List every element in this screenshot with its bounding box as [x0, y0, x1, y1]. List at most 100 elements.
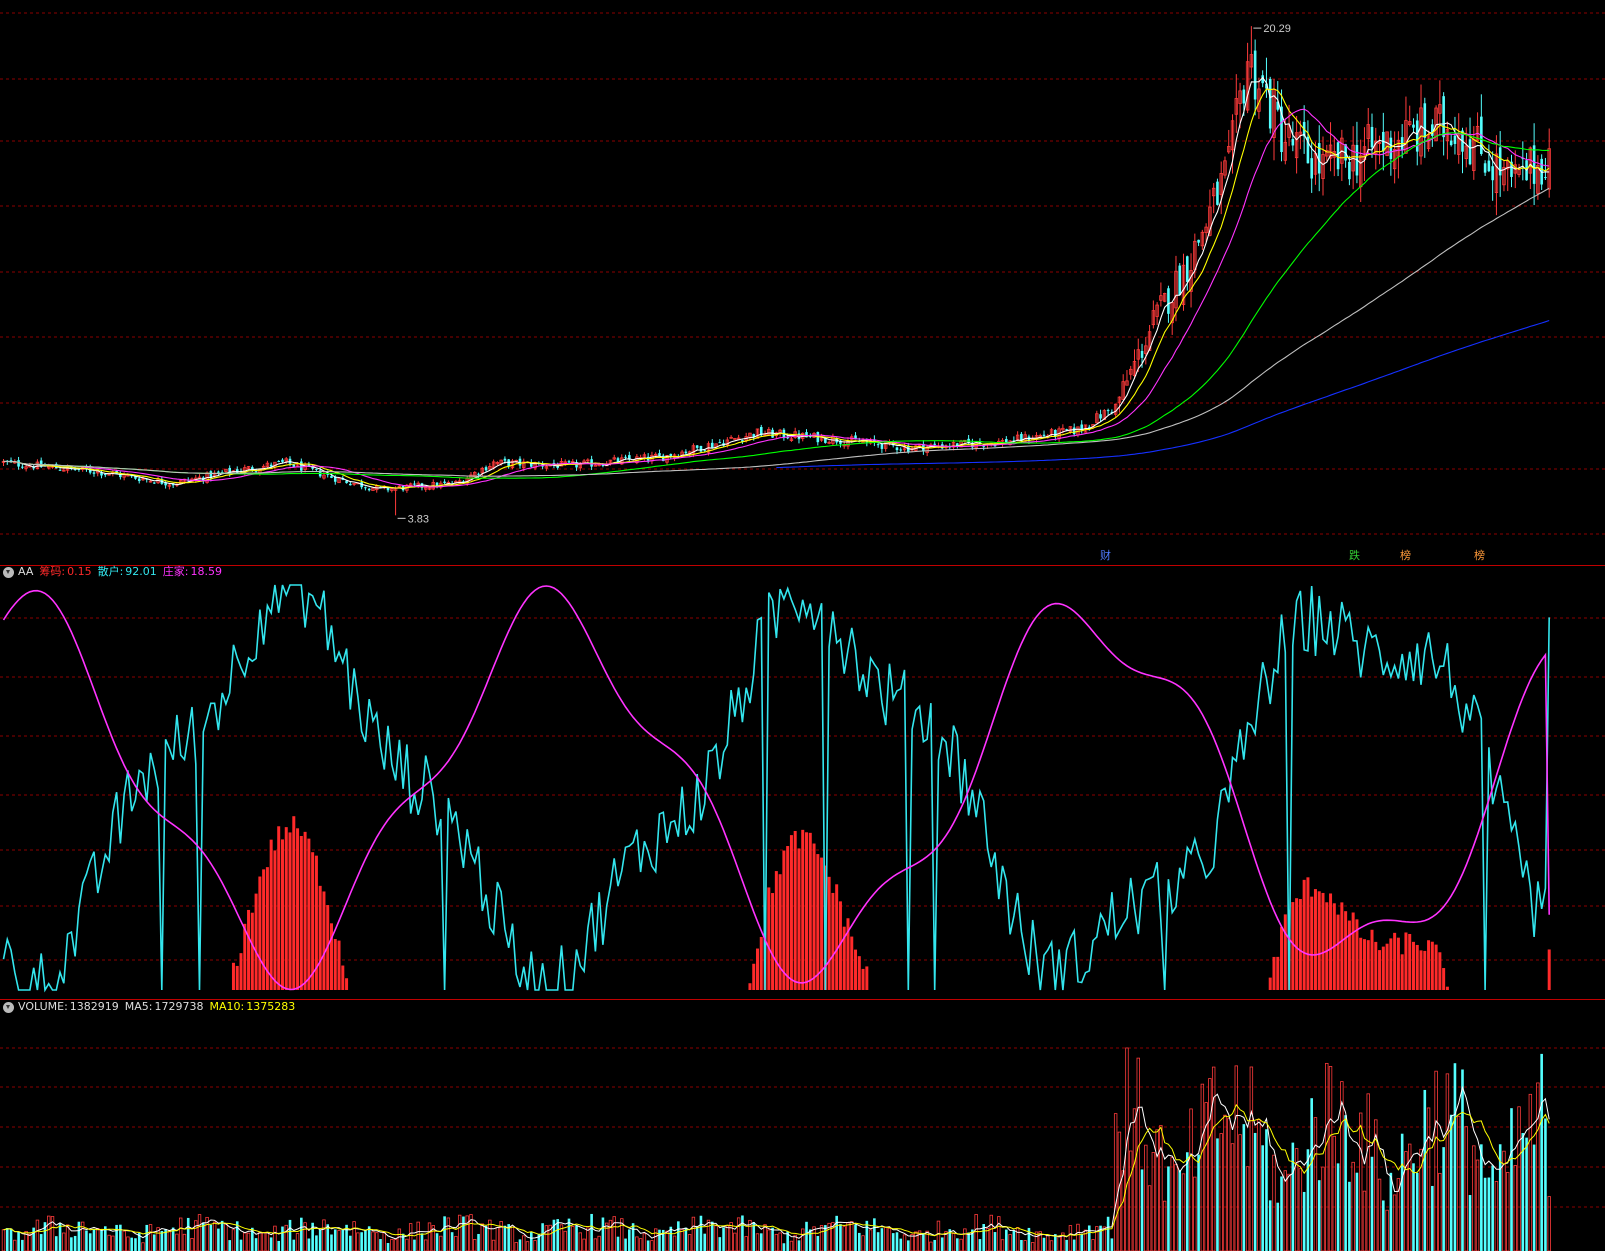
- volume-bar: [371, 1231, 375, 1251]
- aa-indicator-name: AA: [18, 565, 34, 578]
- event-marker-list[interactable]: 榜: [1400, 549, 1411, 563]
- collapse-toggle-icon[interactable]: [3, 1001, 14, 1013]
- volume-bar: [1170, 1157, 1174, 1251]
- volume-bar: [477, 1233, 480, 1251]
- ma5-value: 1729738: [154, 1000, 204, 1013]
- volume-bar: [413, 1239, 416, 1251]
- candle-body: [1140, 350, 1144, 358]
- chouma-bar: [1298, 899, 1302, 990]
- event-marker-list[interactable]: 榜: [1474, 549, 1485, 563]
- volume-bar: [318, 1229, 322, 1251]
- volume-bar: [62, 1232, 66, 1251]
- volume-bar: [1287, 1173, 1291, 1251]
- volume-bar: [846, 1222, 850, 1251]
- volume-bar: [197, 1214, 202, 1251]
- volume-bar: [695, 1225, 699, 1251]
- volume-bar: [805, 1221, 808, 1251]
- chouma-bar: [857, 956, 861, 990]
- chouma-bar: [759, 936, 763, 990]
- chouma-bar: [827, 876, 831, 990]
- low-price-label: 3.83: [408, 513, 429, 525]
- chouma-bar: [333, 939, 337, 990]
- candle-body: [1370, 126, 1374, 148]
- chouma-bar: [277, 826, 281, 990]
- event-marker-drop[interactable]: 跌: [1349, 549, 1360, 563]
- chouma-bar: [1411, 941, 1415, 990]
- volume-bar: [1283, 1170, 1287, 1251]
- price-ma-line: [3, 76, 1550, 490]
- volume-bar: [1012, 1230, 1016, 1251]
- chouma-bar: [243, 923, 247, 990]
- candle-body: [153, 482, 156, 484]
- chouma-bar: [812, 843, 816, 990]
- volume-bar: [861, 1235, 865, 1251]
- candle-body: [58, 469, 62, 471]
- volume-bar: [1370, 1156, 1374, 1251]
- volume-bar: [1377, 1178, 1382, 1251]
- volume-bar: [876, 1232, 880, 1251]
- volume-bar: [175, 1233, 179, 1251]
- volume-bar: [503, 1225, 507, 1251]
- volume-bar: [258, 1232, 262, 1251]
- volume-bar: [47, 1215, 51, 1251]
- volume-bar: [563, 1230, 567, 1251]
- chouma-bar: [756, 948, 759, 990]
- volume-bar: [1321, 1166, 1325, 1251]
- volume-bar: [635, 1236, 639, 1251]
- volume-bar: [1042, 1237, 1046, 1251]
- chouma-bar: [262, 869, 266, 990]
- volume-bar: [292, 1239, 296, 1251]
- volume-bar: [1453, 1063, 1457, 1251]
- chouma-bar: [269, 839, 273, 990]
- sanhu-label: 散户:: [97, 565, 124, 578]
- event-marker-finance[interactable]: 财: [1100, 549, 1111, 563]
- volume-bar: [1076, 1223, 1080, 1251]
- volume-bar: [933, 1239, 936, 1251]
- volume-bar: [1332, 1135, 1337, 1251]
- volume-bar: [1234, 1065, 1238, 1251]
- ma10-label: MA10:: [209, 1000, 245, 1013]
- volume-bar: [571, 1226, 575, 1251]
- volume-bar: [495, 1227, 500, 1251]
- volume-bar: [1540, 1053, 1543, 1251]
- chouma-bar: [1415, 944, 1419, 990]
- volume-bar: [231, 1229, 236, 1251]
- volume-bar: [1382, 1200, 1385, 1251]
- volume-bar: [842, 1226, 846, 1251]
- volume-bar: [522, 1235, 526, 1251]
- collapse-toggle-icon[interactable]: [3, 566, 14, 578]
- chouma-bar: [1434, 944, 1438, 990]
- volume-bar: [1072, 1239, 1076, 1251]
- volume-bar: [699, 1215, 703, 1251]
- chouma-bar: [786, 846, 790, 990]
- volume-bar: [454, 1235, 458, 1251]
- candle-body: [899, 449, 903, 451]
- volume-bar: [273, 1225, 277, 1251]
- volume-bar: [145, 1224, 149, 1251]
- kline-chart[interactable]: 20.29 3.83: [0, 0, 1605, 1251]
- high-price-label: 20.29: [1263, 23, 1291, 35]
- volume-bar: [35, 1219, 40, 1251]
- volume-bar: [141, 1242, 145, 1251]
- chouma-bar: [1385, 943, 1389, 990]
- volume-bar: [333, 1229, 337, 1251]
- candle-body: [658, 453, 661, 456]
- volume-bar: [997, 1216, 1001, 1251]
- volume-bar: [39, 1234, 43, 1251]
- volume-bar: [1280, 1176, 1283, 1251]
- volume-bar: [1129, 1150, 1133, 1251]
- volume-bar: [1065, 1239, 1068, 1251]
- volume-bar: [1216, 1138, 1219, 1251]
- chouma-bar: [778, 874, 782, 990]
- zhuangjia-label: 庄家:: [162, 565, 189, 578]
- volume-bar: [473, 1239, 477, 1251]
- volume-bar: [360, 1232, 363, 1251]
- candle-body: [1106, 410, 1110, 412]
- volume-bar: [1298, 1168, 1303, 1251]
- candle-body: [624, 456, 627, 458]
- candle-body: [684, 451, 688, 454]
- volume-bar: [420, 1233, 424, 1251]
- volume-bar: [1483, 1177, 1487, 1251]
- candle-body: [367, 488, 371, 491]
- volume-bar: [265, 1232, 270, 1251]
